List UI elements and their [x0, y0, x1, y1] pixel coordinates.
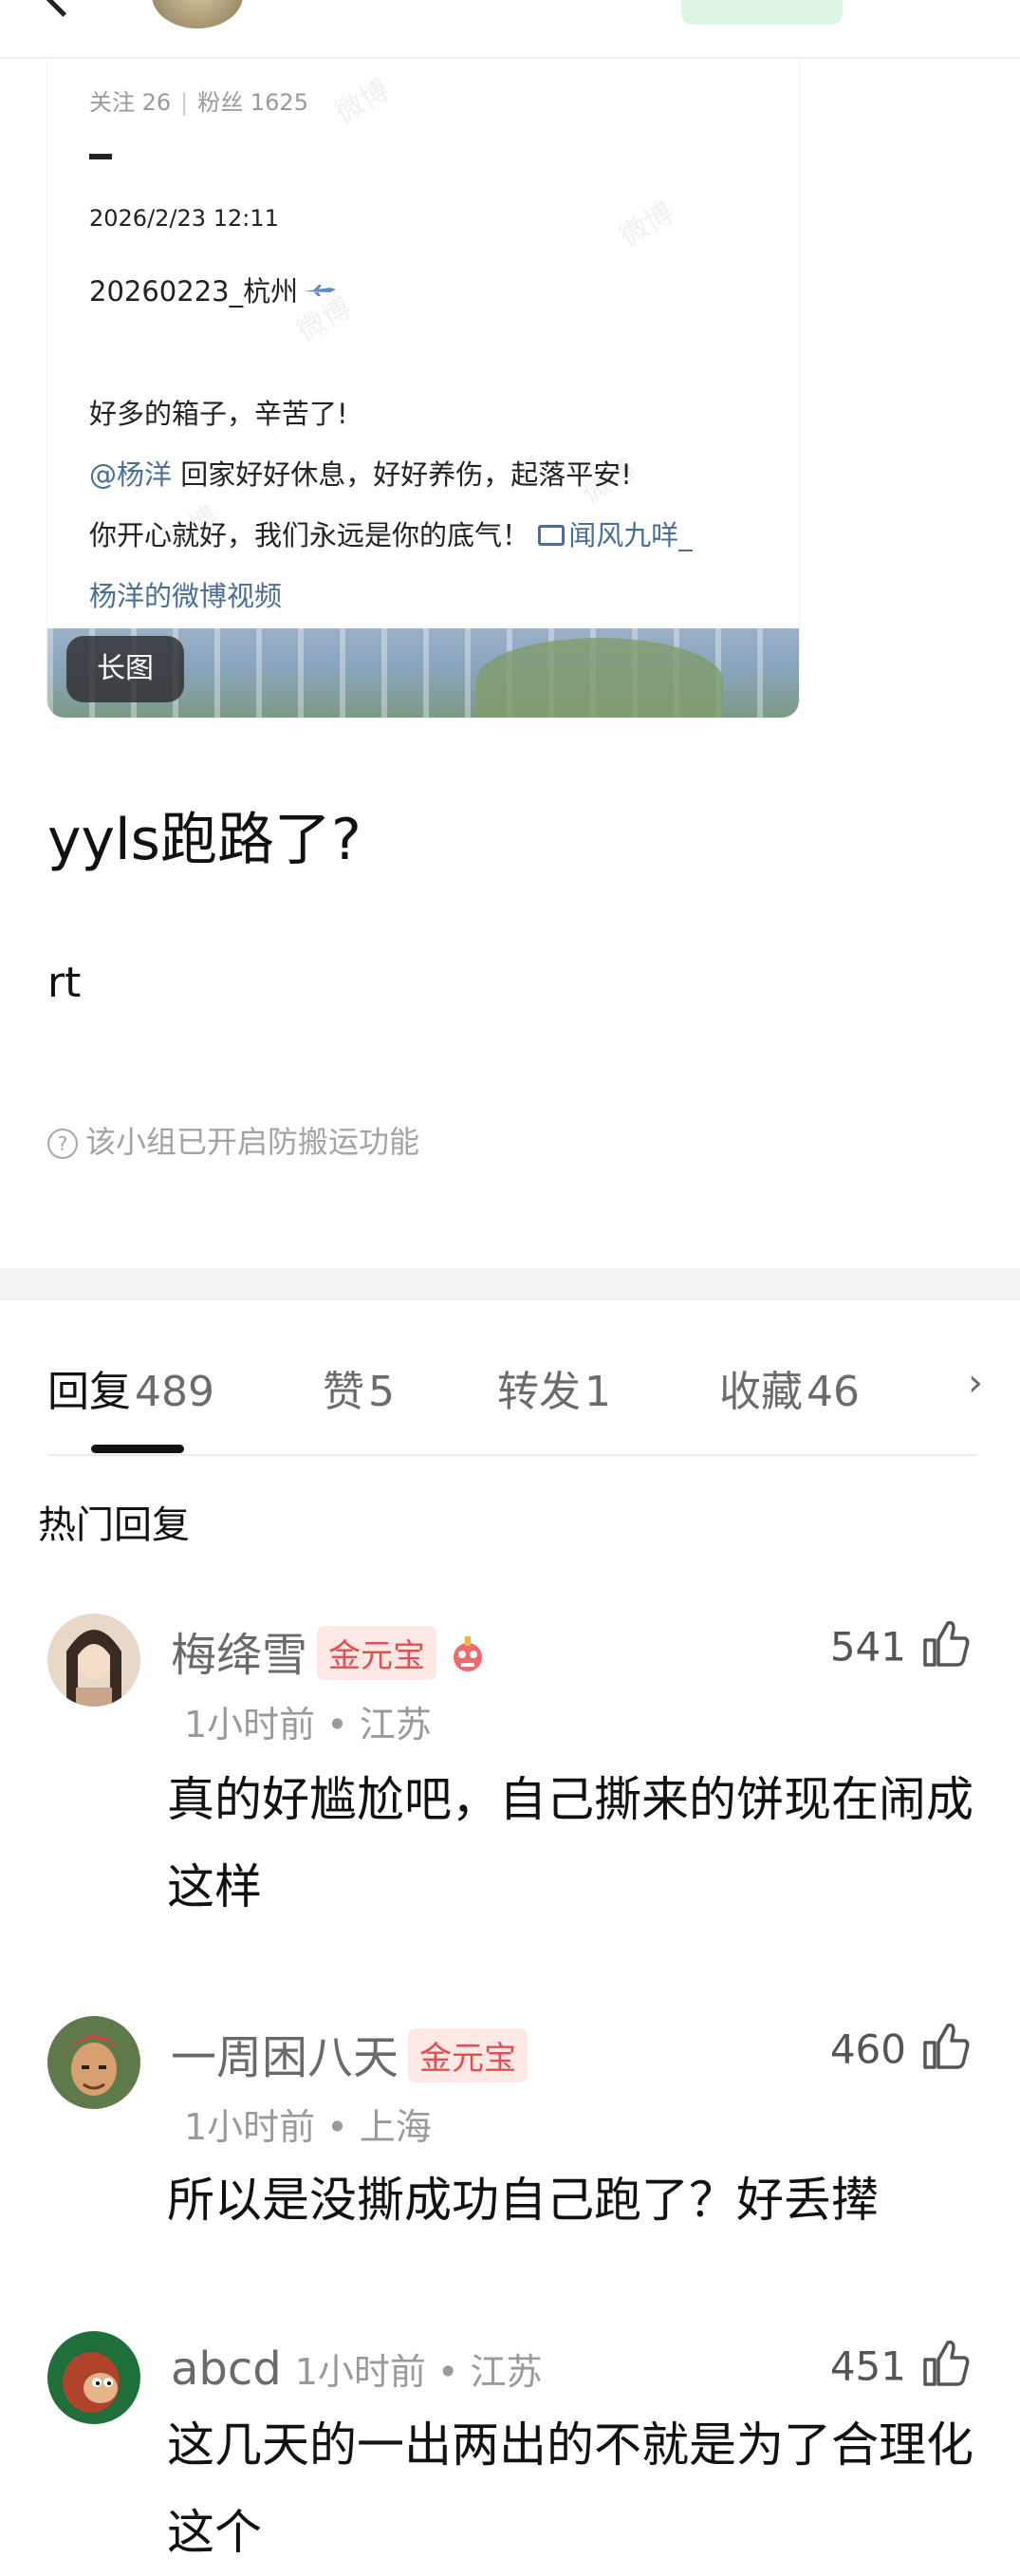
- like-count: 541: [829, 1623, 906, 1671]
- comment-meta: 1小时前 • 上海: [184, 2106, 432, 2148]
- section-divider: [0, 1268, 1020, 1300]
- comment-text: 这几天的一出两出的不就是为了合理化这个: [167, 2417, 974, 2560]
- followers-count: 粉丝 1625: [197, 89, 308, 116]
- card-line: @杨洋 回家好好休息，好好养伤，起落平安!: [89, 444, 772, 505]
- comment-item: 一周困八天 金元宝 460 1小时前 • 上海 所以是没撕成功自己跑了？好丢撵: [0, 2014, 1020, 2232]
- tab-label: 转发: [497, 1368, 581, 1416]
- trees-decoration: [476, 638, 723, 718]
- card-text: 好多的箱子，辛苦了! @杨洋 回家好好休息，好好养伤，起落平安! 你开心就好，我…: [89, 383, 772, 626]
- tab-label: 回复: [47, 1368, 131, 1416]
- tab-reposts[interactable]: 转发1: [497, 1357, 611, 1418]
- mention-link[interactable]: @杨洋: [89, 458, 172, 491]
- card-line: 好多的箱子，辛苦了!: [89, 398, 348, 430]
- comment-item: abcd 1小时前 • 江苏 451 这几天的一出两出的不就是为了合理化这个: [0, 2329, 1020, 2560]
- like-control[interactable]: 451: [829, 2340, 973, 2396]
- comment-text: 所以是没撕成功自己跑了？好丢撵: [167, 2173, 879, 2228]
- commenter-name[interactable]: abcd: [171, 2343, 282, 2396]
- avatar-image: [47, 2331, 140, 2424]
- hot-replies-heading: 热门回复: [38, 1503, 190, 1547]
- tab-favorites[interactable]: 收藏46: [719, 1357, 860, 1418]
- long-image-badge[interactable]: 长图: [66, 636, 184, 702]
- watermark: 微博: [614, 196, 680, 254]
- commenter-name[interactable]: 梅绛雪: [171, 1629, 307, 1682]
- commenter-avatar[interactable]: [47, 2331, 140, 2424]
- follow-button[interactable]: [681, 0, 843, 25]
- tab-count: 1: [584, 1368, 611, 1416]
- thumbs-up-icon: [923, 2023, 970, 2069]
- notice-text: 该小组已开启防搬运功能: [85, 1124, 420, 1160]
- comment-text: 真的好尴尬吧，自己撕来的饼现在闹成这样: [167, 1772, 974, 1914]
- top-bar: [0, 0, 1020, 59]
- card-title-text: 20260223_杭州: [89, 275, 299, 308]
- back-arrow-icon[interactable]: [41, 0, 85, 17]
- tabs-overflow-icon[interactable]: ›: [968, 1361, 983, 1405]
- airplane-icon: [304, 285, 337, 296]
- embedded-weibo-card[interactable]: 微博 微博 微博 微博 微博 关注 26 | 粉丝 1625 2026/2/23 1…: [47, 59, 799, 718]
- tab-label: 赞: [323, 1368, 364, 1416]
- card-username-redacted: [89, 154, 112, 159]
- comment-meta: 1小时前 • 江苏: [294, 2351, 543, 2393]
- like-control[interactable]: 541: [829, 1620, 973, 1676]
- comment-meta: 1小时前 • 江苏: [184, 1704, 432, 1745]
- video-icon: [538, 525, 566, 546]
- active-tab-indicator: [91, 1445, 184, 1453]
- thumbs-up-icon: [923, 2340, 970, 2386]
- tab-label: 收藏: [719, 1368, 803, 1416]
- gold-badge: 金元宝: [408, 2028, 529, 2082]
- gold-badge: 金元宝: [317, 1626, 437, 1680]
- post-body: rt: [47, 959, 82, 1007]
- commenter-name[interactable]: 一周困八天: [171, 2031, 399, 2084]
- tabs-divider: [47, 1454, 977, 1456]
- card-follow-stats: 关注 26 | 粉丝 1625: [89, 89, 308, 116]
- watermark: 微博: [329, 72, 396, 131]
- card-line[interactable]: 杨洋的微博视频: [89, 566, 772, 626]
- commenter-name-row: 一周困八天 金元宝: [171, 2020, 529, 2086]
- video-link-text: 闻风九咩_: [568, 519, 693, 551]
- tab-likes[interactable]: 赞5: [323, 1357, 395, 1418]
- avatar-image: [47, 2016, 140, 2109]
- commenter-name-row: 梅绛雪 金元宝: [171, 1617, 486, 1684]
- comment-item: 梅绛雪 金元宝 541 1小时前 • 江苏 真的好尴尬吧，自己撕来的饼现在闹成这样: [0, 1610, 1020, 1923]
- emoji-sticker-icon: [454, 1636, 483, 1671]
- commenter-avatar[interactable]: [47, 2016, 140, 2109]
- commenter-name-row: abcd 1小时前 • 江苏: [171, 2343, 543, 2396]
- tab-count: 5: [368, 1368, 395, 1416]
- author-avatar[interactable]: [152, 0, 243, 28]
- video-link[interactable]: 闻风九咩_: [538, 519, 693, 551]
- anti-repost-notice[interactable]: ? 该小组已开启防搬运功能: [47, 1118, 419, 1162]
- avatar-image: [47, 1614, 140, 1707]
- like-count: 451: [829, 2343, 906, 2390]
- like-count: 460: [829, 2025, 906, 2073]
- post-title: yyls跑路了?: [47, 807, 362, 873]
- card-line-text: 你开心就好，我们永远是你的底气！: [89, 519, 530, 551]
- question-icon: ?: [47, 1129, 78, 1159]
- like-control[interactable]: 460: [829, 2023, 973, 2079]
- card-title: 20260223_杭州: [89, 270, 338, 309]
- card-timestamp: 2026/2/23 12:11: [89, 205, 279, 232]
- card-line: 你开心就好，我们永远是你的底气！ 闻风九咩_: [89, 505, 772, 566]
- thumbs-up-icon: [923, 1620, 970, 1667]
- commenter-avatar[interactable]: [47, 1614, 140, 1707]
- tab-count: 489: [135, 1368, 214, 1416]
- interaction-tabs: 回复489 赞5 转发1 收藏46 ›: [0, 1357, 1020, 1453]
- tab-replies[interactable]: 回复489: [47, 1357, 214, 1418]
- card-line-text: 回家好好休息，好好养伤，起落平安!: [172, 458, 632, 491]
- tab-count: 46: [807, 1368, 860, 1416]
- following-count: 关注 26: [89, 89, 172, 116]
